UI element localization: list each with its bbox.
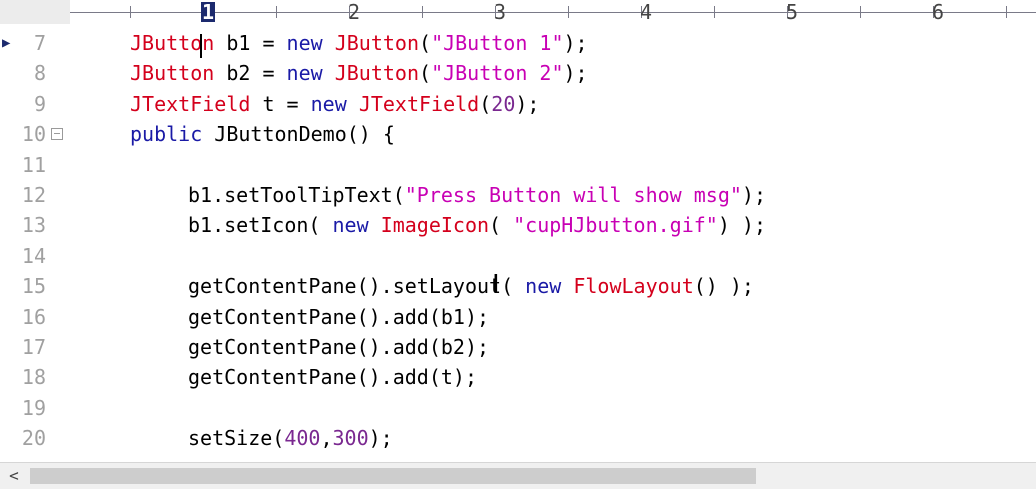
ruler-gutter xyxy=(0,0,70,24)
code-token: public xyxy=(130,122,203,146)
code-token: b1 = xyxy=(214,31,287,55)
code-token: ); xyxy=(368,426,393,450)
code-token: ( xyxy=(479,92,492,116)
code-token: getContentPane().add(b1); xyxy=(188,305,490,329)
ruler-tick xyxy=(714,6,715,18)
code-token: getContentPane().setLayout( xyxy=(188,274,526,298)
code-line[interactable]: getContentPane().add(b1); xyxy=(188,302,489,332)
code-token: ( xyxy=(419,61,432,85)
line-number: 8 xyxy=(33,61,46,85)
code-token: ); xyxy=(563,31,588,55)
ruler: 1 2 3 4 5 6 xyxy=(0,0,1036,24)
code-line[interactable]: getContentPane().setLayout( new FlowLayo… xyxy=(188,271,754,301)
code-token: 400 xyxy=(284,426,321,450)
ruler-mark: 2 xyxy=(347,0,361,24)
line-number: 10 xyxy=(21,122,46,146)
code-token: JButton xyxy=(334,31,420,55)
line-number: 13 xyxy=(21,213,46,237)
code-token: JTextField xyxy=(130,92,251,116)
code-line[interactable]: getContentPane().add(b2); xyxy=(188,332,489,362)
code-line[interactable]: setSize(400,300); xyxy=(188,423,393,453)
code-token: new xyxy=(310,92,347,116)
ruler-tick xyxy=(276,6,277,18)
line-number-gutter: 7 ▶ 8 9 10 11 12 13 14 15 16 17 18 19 20 xyxy=(0,28,70,460)
line-number: 16 xyxy=(21,305,46,329)
line-number: 18 xyxy=(21,365,46,389)
code-line[interactable]: getContentPane().add(t); xyxy=(188,362,477,392)
code-line[interactable]: b1.setToolTipText("Press Button will sho… xyxy=(188,180,766,210)
code-token: ( xyxy=(489,213,514,237)
code-token: JButton xyxy=(130,61,215,85)
code-token: JButton xyxy=(334,61,420,85)
ruler-tick xyxy=(860,6,861,18)
code-line[interactable]: b1.setIcon( new ImageIcon( "cupHJbutton.… xyxy=(188,210,766,240)
triangle-right-icon: ▶ xyxy=(2,35,11,51)
code-token: ); xyxy=(741,183,766,207)
ruler-mark: 6 xyxy=(931,0,945,24)
line-number: 11 xyxy=(21,153,46,177)
code-token: new xyxy=(332,213,369,237)
horizontal-scrollbar[interactable]: < xyxy=(0,462,1036,489)
code-editor[interactable]: 7 ▶ 8 9 10 11 12 13 14 15 16 17 18 19 20 JButton b1 = … xyxy=(0,28,1036,460)
code-token: 20 xyxy=(491,92,516,116)
code-token: "Press Button will show msg" xyxy=(404,183,742,207)
line-number: 19 xyxy=(21,396,46,420)
code-token: getContentPane().add(t); xyxy=(188,365,477,389)
ruler-tick xyxy=(568,6,569,18)
line-number: 14 xyxy=(21,244,46,268)
code-token: b2 = xyxy=(214,61,287,85)
ruler-tick xyxy=(1006,6,1007,18)
scrollbar-thumb[interactable] xyxy=(30,468,756,484)
code-token: ) ); xyxy=(717,213,767,237)
ruler-track: 1 2 3 4 5 6 xyxy=(70,0,1036,24)
code-token: ( xyxy=(419,31,432,55)
code-token: ); xyxy=(563,61,588,85)
code-token: 300 xyxy=(332,426,369,450)
code-token: FlowLayout xyxy=(573,274,694,298)
line-number: 15 xyxy=(21,274,46,298)
code-token: t = xyxy=(250,92,311,116)
line-number: 9 xyxy=(33,92,46,116)
code-line[interactable]: public JButtonDemo() { xyxy=(130,119,395,149)
code-token: ImageIcon xyxy=(380,213,490,237)
ruler-mark: 1 xyxy=(201,0,215,24)
code-area[interactable]: JButton b1 = new JButton("JButton 1"); JB… xyxy=(70,28,1036,460)
code-token: JButtonDemo() { xyxy=(202,122,395,146)
line-number: 12 xyxy=(21,183,46,207)
line-number: 20 xyxy=(21,426,46,450)
code-line[interactable]: JTextField t = new JTextField(20); xyxy=(130,89,539,119)
ibeam-cursor-icon: I xyxy=(492,270,500,300)
ruler-tick xyxy=(130,6,131,18)
text-caret xyxy=(200,34,202,58)
code-token: , xyxy=(320,426,333,450)
code-token: "cupHJbutton.gif" xyxy=(513,213,718,237)
line-number: 7 xyxy=(33,31,46,55)
fold-minus-icon[interactable] xyxy=(51,128,63,140)
code-token: JTextField xyxy=(358,92,480,116)
code-token: "JButton 1" xyxy=(431,31,564,55)
code-token: "JButton 2" xyxy=(431,61,564,85)
ruler-mark: 3 xyxy=(493,0,507,24)
code-token: () ); xyxy=(693,274,754,298)
code-token: new xyxy=(525,274,562,298)
ruler-mark: 4 xyxy=(639,0,653,24)
ruler-mark: 5 xyxy=(785,0,799,24)
code-token: new xyxy=(286,31,323,55)
code-token: b1.setIcon( xyxy=(188,213,333,237)
scroll-left-button[interactable]: < xyxy=(0,463,28,489)
code-line[interactable]: JButton b1 = new JButton("JButton 1"); xyxy=(130,28,588,58)
line-number: 17 xyxy=(21,335,46,359)
code-token: new xyxy=(286,61,323,85)
ruler-tick xyxy=(422,6,423,18)
code-token: setSize( xyxy=(188,426,285,450)
code-token: b1.setToolTipText( xyxy=(188,183,405,207)
code-token: ); xyxy=(515,92,540,116)
code-line[interactable]: JButton b2 = new JButton("JButton 2"); xyxy=(130,58,588,88)
code-token: getContentPane().add(b2); xyxy=(188,335,490,359)
